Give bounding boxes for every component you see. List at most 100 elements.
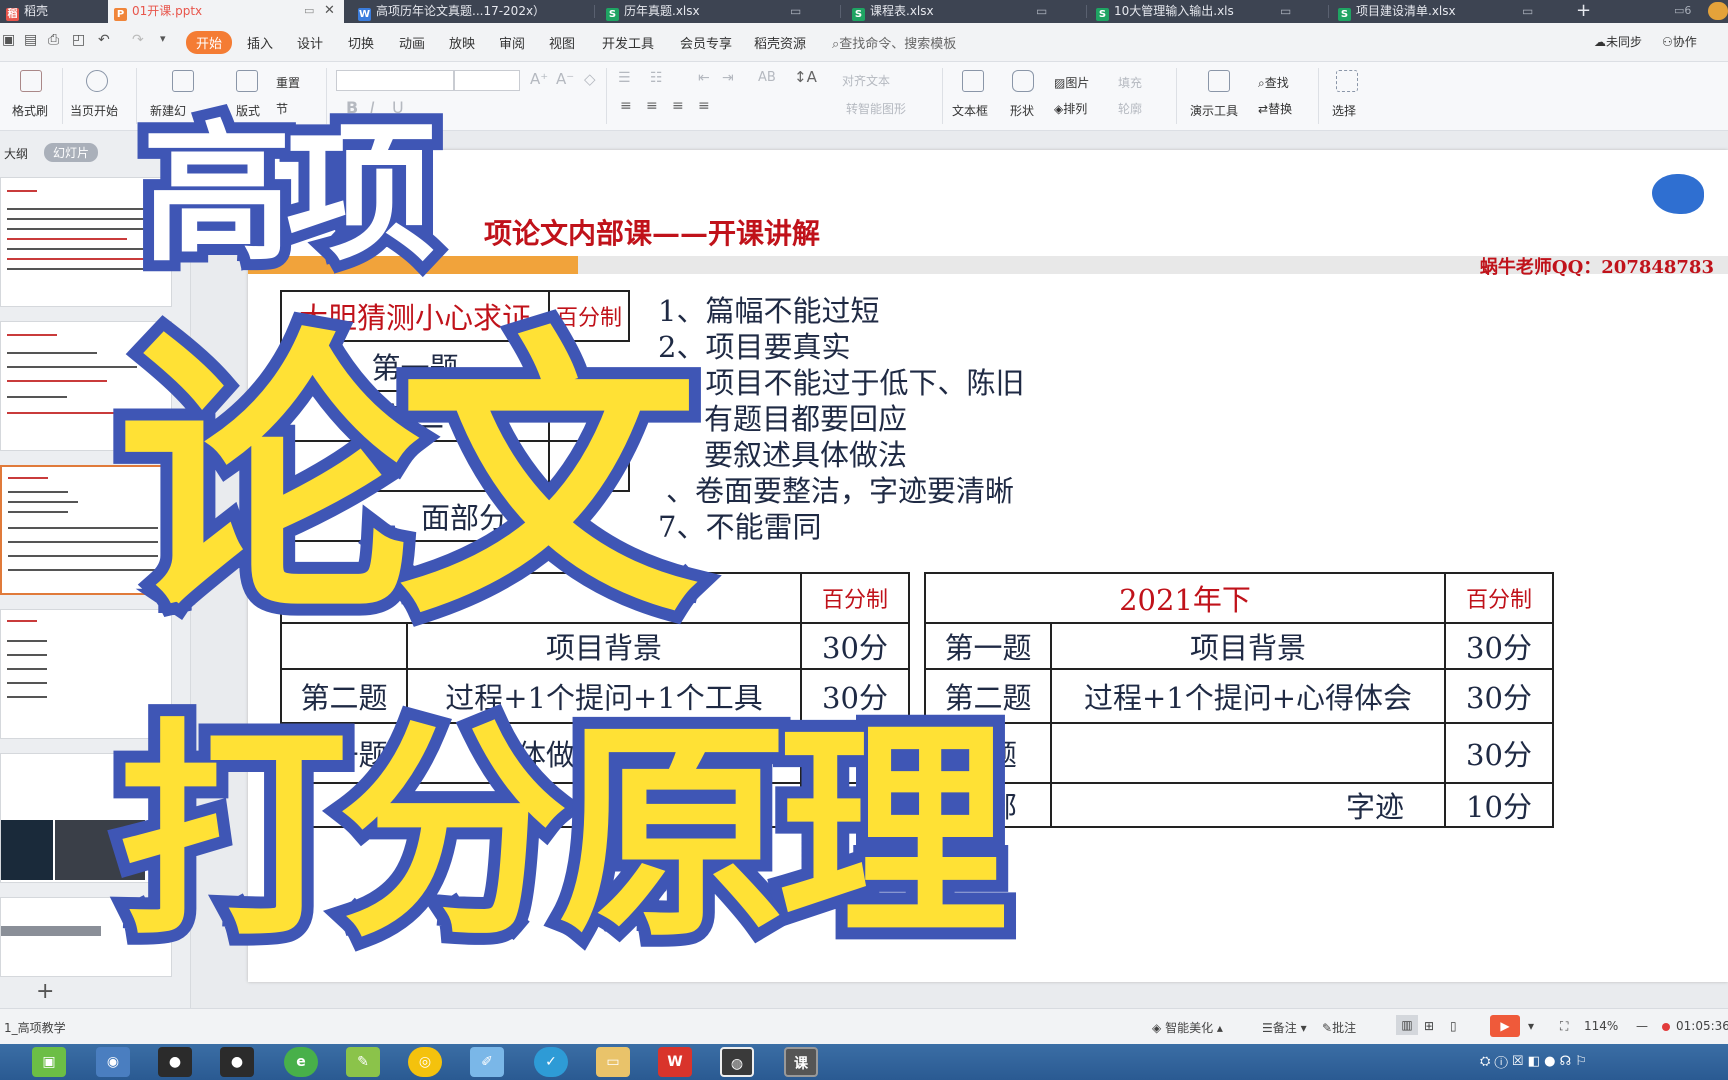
comment-button[interactable]: ✎批注 (1322, 1019, 1356, 1036)
window-count-icon[interactable]: ▭6 (1674, 0, 1691, 22)
layout-icon[interactable] (236, 70, 258, 92)
grow-font-icon[interactable]: A⁺ (530, 70, 548, 88)
snail-icon[interactable]: ◍ (720, 1047, 754, 1077)
shape-icon[interactable] (1012, 70, 1034, 92)
indent-icon[interactable]: ⇤ (698, 70, 710, 86)
pin-icon[interactable]: ▭ (1522, 0, 1533, 22)
chrome-icon[interactable]: ◎ (408, 1047, 442, 1077)
outdent-icon[interactable]: ⇥ (722, 70, 734, 86)
undo-icon[interactable]: ↶ (98, 32, 110, 48)
textbox-icon[interactable] (962, 70, 984, 92)
tab-docer[interactable]: 稻稻壳 (0, 0, 100, 23)
collab-button[interactable]: ⚇协作 (1662, 33, 1697, 50)
folder-icon[interactable]: ▭ (596, 1047, 630, 1077)
paint-icon[interactable]: ✐ (470, 1047, 504, 1077)
fill-button[interactable]: 填充 (1118, 74, 1142, 91)
app-icon[interactable]: ✓ (534, 1047, 568, 1077)
menu-slideshow[interactable]: 放映 (449, 33, 475, 52)
pin-icon[interactable]: ▭ (1036, 0, 1047, 22)
tab-excel-history[interactable]: S 历年真题.xlsx ▭ (600, 0, 830, 23)
slides-tab[interactable]: 幻灯片 (44, 143, 99, 162)
chevron-down-icon[interactable]: ▾ (1528, 1019, 1534, 1033)
picture-button[interactable]: ▨图片 (1054, 74, 1089, 91)
menu-transition[interactable]: 切换 (348, 33, 374, 52)
menu-design[interactable]: 设计 (297, 33, 323, 52)
chevron-down-icon[interactable]: ▾ (160, 32, 166, 45)
menu-animation[interactable]: 动画 (399, 33, 425, 52)
search-command[interactable]: ⌕查找命令、搜索模板 (832, 33, 956, 52)
reset-button[interactable]: 重置 (276, 74, 300, 91)
align-left-icon[interactable]: ≡ (620, 98, 632, 114)
zoom-out-icon[interactable]: — (1636, 1019, 1648, 1033)
sorter-view-icon[interactable]: ⊞ (1424, 1019, 1434, 1033)
find-button[interactable]: ⌕查找 (1258, 74, 1289, 91)
presenter-tools-icon[interactable] (1208, 70, 1230, 92)
align-right-icon[interactable]: ≡ (672, 98, 684, 114)
notes-button[interactable]: ☰备注 ▾ (1262, 1019, 1307, 1036)
reading-view-icon[interactable]: ▯ (1450, 1019, 1457, 1033)
menu-home[interactable]: 开始 (186, 31, 233, 54)
font-name-select[interactable] (336, 70, 454, 91)
save-icon[interactable]: ▤ (24, 32, 37, 48)
tab-word[interactable]: W 高项历年论文真题...17-202x） (352, 0, 584, 23)
zoom-level[interactable]: 114% (1584, 1019, 1618, 1033)
avatar[interactable] (1708, 2, 1728, 20)
text-direction-icon[interactable]: AB (758, 70, 776, 85)
play-icon[interactable] (86, 70, 108, 92)
tab-excel-schedule[interactable]: S 课程表.xlsx ▭ (846, 0, 1082, 23)
file-manager-icon[interactable]: ▣ (32, 1047, 66, 1077)
recorder-icon[interactable]: ● (220, 1047, 254, 1077)
justify-icon[interactable]: ≡ (698, 98, 710, 114)
wps-icon[interactable]: W (658, 1047, 692, 1077)
pin-icon[interactable]: ▭ (1280, 0, 1291, 22)
sync-status[interactable]: ☁未同步 (1594, 33, 1642, 50)
align-text-button[interactable]: 对齐文本 (842, 72, 890, 89)
format-painter-icon[interactable] (20, 70, 42, 92)
redo-icon[interactable]: ↷ (132, 32, 144, 48)
menu-developer[interactable]: 开发工具 (602, 33, 654, 52)
bullet-list-icon[interactable]: ☰ (618, 70, 631, 86)
arrange-button[interactable]: ◈排列 (1054, 100, 1087, 117)
shape-button[interactable]: 形状 (1010, 102, 1034, 119)
shrink-font-icon[interactable]: A⁻ (556, 70, 574, 88)
menu-review[interactable]: 审阅 (499, 33, 525, 52)
align-center-icon[interactable]: ≡ (646, 98, 658, 114)
select-icon[interactable] (1336, 70, 1358, 92)
play-slideshow-button[interactable]: ▶ (1490, 1015, 1520, 1037)
menu-docer-resources[interactable]: 稻壳资源 (754, 33, 806, 52)
presenter-tools-button[interactable]: 演示工具 (1190, 102, 1238, 119)
pin-icon[interactable]: ▭ (790, 0, 801, 22)
replace-button[interactable]: ⇄替换 (1258, 100, 1292, 117)
tab-excel-io[interactable]: S 10大管理输入输出.xls ▭ (1090, 0, 1326, 23)
notepad-icon[interactable]: ✎ (346, 1047, 380, 1077)
numbered-list-icon[interactable]: ☷ (650, 70, 663, 86)
fit-window-icon[interactable]: ⛶ (1560, 1019, 1568, 1034)
ppt-taskbar-icon[interactable]: 课 (784, 1047, 818, 1077)
tray-icons[interactable]: ⛭ ⓘ ☒ ◧ ● ☊ ⚐ (1480, 1054, 1587, 1069)
smartart-button[interactable]: 转智能图形 (846, 100, 906, 117)
beautify-button[interactable]: ◈ 智能美化 ▴ (1152, 1019, 1223, 1036)
new-slide-icon[interactable] (172, 70, 194, 92)
browser-icon[interactable]: ◉ (96, 1047, 130, 1077)
pin-icon[interactable]: ▭ (304, 0, 314, 22)
new-tab-icon[interactable]: + (1576, 0, 1591, 22)
outline-tab[interactable]: 大纲 (4, 145, 28, 162)
format-painter-button[interactable]: 格式刷 (12, 102, 48, 119)
menu-insert[interactable]: 插入 (247, 33, 273, 52)
recorder-icon[interactable]: ● (158, 1047, 192, 1077)
ie-icon[interactable]: e (284, 1047, 318, 1077)
menu-view[interactable]: 视图 (549, 33, 575, 52)
menu-member[interactable]: 会员专享 (680, 33, 732, 52)
textbox-button[interactable]: 文本框 (952, 102, 988, 119)
close-icon[interactable]: ✕ (324, 0, 335, 22)
line-spacing-icon[interactable]: ↕A (794, 68, 817, 86)
from-current-button[interactable]: 当页开始 (70, 102, 118, 119)
outline-button[interactable]: 轮廓 (1118, 100, 1142, 117)
normal-view-icon[interactable]: ▥ (1396, 1015, 1418, 1035)
tab-ppt-active[interactable]: P 01开课.pptx ▭ ✕ (108, 0, 344, 23)
preview-icon[interactable]: ◰ (72, 32, 85, 48)
select-button[interactable]: 选择 (1332, 102, 1356, 119)
tab-excel-list[interactable]: S 项目建设清单.xlsx ▭ (1332, 0, 1568, 23)
add-slide-icon[interactable]: + (36, 979, 54, 1004)
quick-open-icon[interactable]: ▣ (2, 32, 15, 48)
